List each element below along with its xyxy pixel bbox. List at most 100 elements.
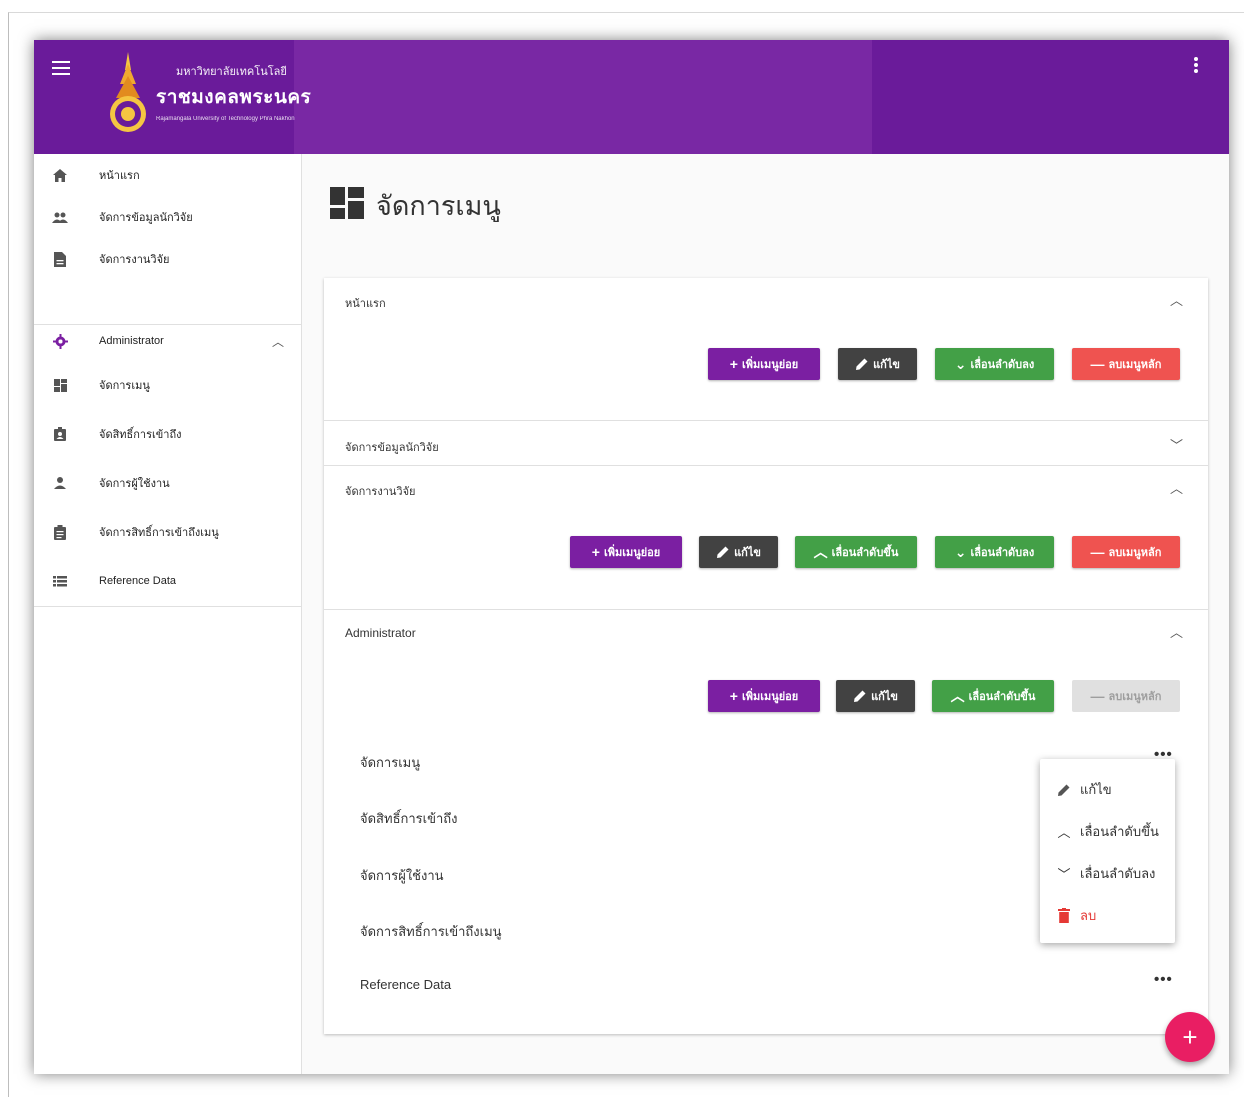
panel-header[interactable]: Administrator bbox=[345, 626, 416, 640]
more-horiz-icon[interactable]: ••• bbox=[1154, 971, 1173, 988]
add-fab-button[interactable]: + bbox=[1165, 1012, 1215, 1062]
pencil-icon bbox=[716, 545, 730, 559]
menu-item-delete[interactable]: ลบ bbox=[1056, 905, 1096, 926]
pencil-icon bbox=[855, 357, 869, 371]
more-vert-icon[interactable] bbox=[1184, 56, 1208, 86]
brand-university-en: Rajamangala University of Technology Phr… bbox=[156, 116, 295, 122]
sidebar-item-home[interactable]: หน้าแรก bbox=[34, 154, 302, 196]
edit-button[interactable]: แก้ไข bbox=[836, 680, 915, 712]
menu-item-move-down[interactable]: ﹀ เลื่อนลำดับลง bbox=[1056, 863, 1155, 884]
panel-research: จัดการงานวิจัย ︿ + เพิ่มเมนูย่อย แก้ไข ︿ เ… bbox=[324, 466, 1208, 610]
button-label: เพิ่มเมนูย่อย bbox=[741, 359, 799, 371]
sidebar: หน้าแรก จัดการข้อมูลนักวิจัย จัดการงานวิ… bbox=[34, 154, 302, 1074]
chevron-up-icon: ︿ bbox=[950, 688, 965, 704]
trash-icon bbox=[1056, 908, 1072, 923]
button-label: ลบเมนูหลัก bbox=[1108, 691, 1162, 703]
chevron-down-icon[interactable]: ﹀ bbox=[1170, 435, 1183, 454]
sidebar-item-label: จัดการงานวิจัย bbox=[99, 254, 170, 266]
app-window: มหาวิทยาลัยเทคโนโลยี ราชมงคลพระนคร Rajam… bbox=[34, 40, 1229, 1074]
app-bar: มหาวิทยาลัยเทคโนโลยี ราชมงคลพระนคร Rajam… bbox=[34, 40, 1229, 154]
sidebar-item-label: จัดสิทธิ์การเข้าถึง bbox=[99, 429, 182, 441]
add-submenu-button[interactable]: + เพิ่มเมนูย่อย bbox=[708, 348, 820, 380]
move-up-button[interactable]: ︿ เลื่อนลำดับขึ้น bbox=[932, 680, 1054, 712]
chevron-up-icon: ︿ bbox=[1057, 825, 1071, 840]
badge-icon bbox=[51, 425, 69, 443]
minus-icon: — bbox=[1090, 356, 1105, 372]
context-menu: แก้ไข ︿ เลื่อนลำดับขึ้น ﹀ เลื่อนลำดับลง … bbox=[1040, 759, 1175, 943]
chevron-down-icon: ⌄ bbox=[954, 355, 967, 372]
panel-header[interactable]: หน้าแรก bbox=[345, 294, 386, 312]
menu-item-label: ลบ bbox=[1080, 908, 1097, 923]
sidebar-item-research[interactable]: จัดการงานวิจัย bbox=[34, 238, 302, 280]
menu-item-move-up[interactable]: ︿ เลื่อนลำดับขึ้น bbox=[1056, 821, 1158, 842]
panel-header[interactable]: จัดการข้อมูลนักวิจัย bbox=[345, 438, 439, 456]
button-label: เลื่อนลำดับขึ้น bbox=[831, 547, 899, 559]
sidebar-item-administrator[interactable]: Administrator ︿ bbox=[34, 320, 302, 362]
sidebar-item-label: จัดการข้อมูลนักวิจัย bbox=[99, 212, 193, 224]
sidebar-item-label: จัดการเมนู bbox=[99, 380, 150, 392]
sidebar-item-researchers[interactable]: จัดการข้อมูลนักวิจัย bbox=[34, 196, 302, 238]
sidebar-item-label: จัดการผู้ใช้งาน bbox=[99, 478, 170, 490]
delete-main-button[interactable]: — ลบเมนูหลัก bbox=[1072, 536, 1180, 568]
button-label: เลื่อนลำดับขึ้น bbox=[968, 691, 1036, 703]
university-logo bbox=[100, 50, 156, 134]
sidebar-item-menu-management[interactable]: จัดการเมนู bbox=[34, 364, 302, 406]
edit-button[interactable]: แก้ไข bbox=[838, 348, 917, 380]
button-label: ลบเมนูหลัก bbox=[1108, 547, 1162, 559]
dashboard-icon bbox=[51, 376, 69, 394]
gear-icon bbox=[51, 332, 69, 350]
submenu-item: จัดการสิทธิ์การเข้าถึงเมนู bbox=[360, 924, 502, 939]
move-down-button[interactable]: ⌄ เลื่อนลำดับลง bbox=[935, 536, 1054, 568]
sidebar-item-reference-data[interactable]: Reference Data bbox=[34, 560, 302, 602]
add-submenu-button[interactable]: + เพิ่มเมนูย่อย bbox=[708, 680, 820, 712]
sidebar-item-label: หน้าแรก bbox=[99, 170, 140, 182]
sidebar-item-users[interactable]: จัดการผู้ใช้งาน bbox=[34, 462, 302, 504]
dashboard-icon bbox=[330, 187, 364, 224]
add-submenu-button[interactable]: + เพิ่มเมนูย่อย bbox=[570, 536, 682, 568]
sidebar-item-label: Administrator bbox=[99, 335, 164, 347]
menu-icon[interactable] bbox=[52, 56, 82, 86]
edit-button[interactable]: แก้ไข bbox=[699, 536, 778, 568]
chevron-up-icon: ︿ bbox=[813, 544, 828, 560]
list-icon bbox=[51, 572, 69, 590]
chevron-up-icon[interactable]: ︿ bbox=[1170, 622, 1183, 641]
plus-icon: + bbox=[729, 356, 738, 372]
sidebar-item-access-rights[interactable]: จัดสิทธิ์การเข้าถึง bbox=[34, 413, 302, 455]
chevron-up-icon: ︿ bbox=[272, 334, 285, 349]
assignment-icon bbox=[51, 523, 69, 541]
button-label: เลื่อนลำดับลง bbox=[970, 547, 1035, 559]
panel-header[interactable]: จัดการงานวิจัย bbox=[345, 482, 415, 500]
minus-icon: — bbox=[1090, 544, 1105, 560]
move-up-button[interactable]: ︿ เลื่อนลำดับขึ้น bbox=[795, 536, 917, 568]
person-icon bbox=[51, 474, 69, 492]
panel-home: หน้าแรก ︿ + เพิ่มเมนูย่อย แก้ไข ⌄ เลื่อนลำ… bbox=[324, 278, 1208, 421]
button-label: แก้ไข bbox=[873, 359, 900, 371]
home-icon bbox=[51, 166, 69, 184]
move-down-button[interactable]: ⌄ เลื่อนลำดับลง bbox=[935, 348, 1054, 380]
pencil-icon bbox=[853, 689, 867, 703]
minus-icon: — bbox=[1090, 688, 1105, 704]
sidebar-item-menu-access[interactable]: จัดการสิทธิ์การเข้าถึงเมนู bbox=[34, 511, 302, 553]
button-label: เพิ่มเมนูย่อย bbox=[741, 691, 799, 703]
page-title: จัดการเมนู bbox=[330, 184, 501, 227]
button-label: แก้ไข bbox=[871, 691, 898, 703]
chevron-up-icon[interactable]: ︿ bbox=[1170, 478, 1183, 497]
menu-item-edit[interactable]: แก้ไข bbox=[1056, 779, 1112, 800]
sidebar-item-label: Reference Data bbox=[99, 575, 177, 587]
brand-name-th: ราชมงคลพระนคร bbox=[156, 87, 312, 108]
delete-main-button: — ลบเมนูหลัก bbox=[1072, 680, 1180, 712]
button-label: ลบเมนูหลัก bbox=[1108, 359, 1162, 371]
app-bar-banner bbox=[294, 40, 872, 154]
delete-main-button[interactable]: — ลบเมนูหลัก bbox=[1072, 348, 1180, 380]
chevron-down-icon: ﹀ bbox=[1057, 867, 1071, 882]
chevron-up-icon[interactable]: ︿ bbox=[1170, 290, 1183, 309]
menu-item-label: เลื่อนลำดับลง bbox=[1080, 866, 1156, 881]
submenu-item: จัดการผู้ใช้งาน bbox=[360, 868, 444, 883]
submenu-item: จัดสิทธิ์การเข้าถึง bbox=[360, 811, 458, 826]
button-label: เลื่อนลำดับลง bbox=[970, 359, 1035, 371]
button-label: แก้ไข bbox=[734, 547, 761, 559]
submenu-item: จัดการเมนู bbox=[360, 755, 421, 770]
plus-icon: + bbox=[591, 544, 600, 560]
menu-item-label: แก้ไข bbox=[1080, 782, 1112, 797]
plus-icon: + bbox=[729, 688, 738, 704]
